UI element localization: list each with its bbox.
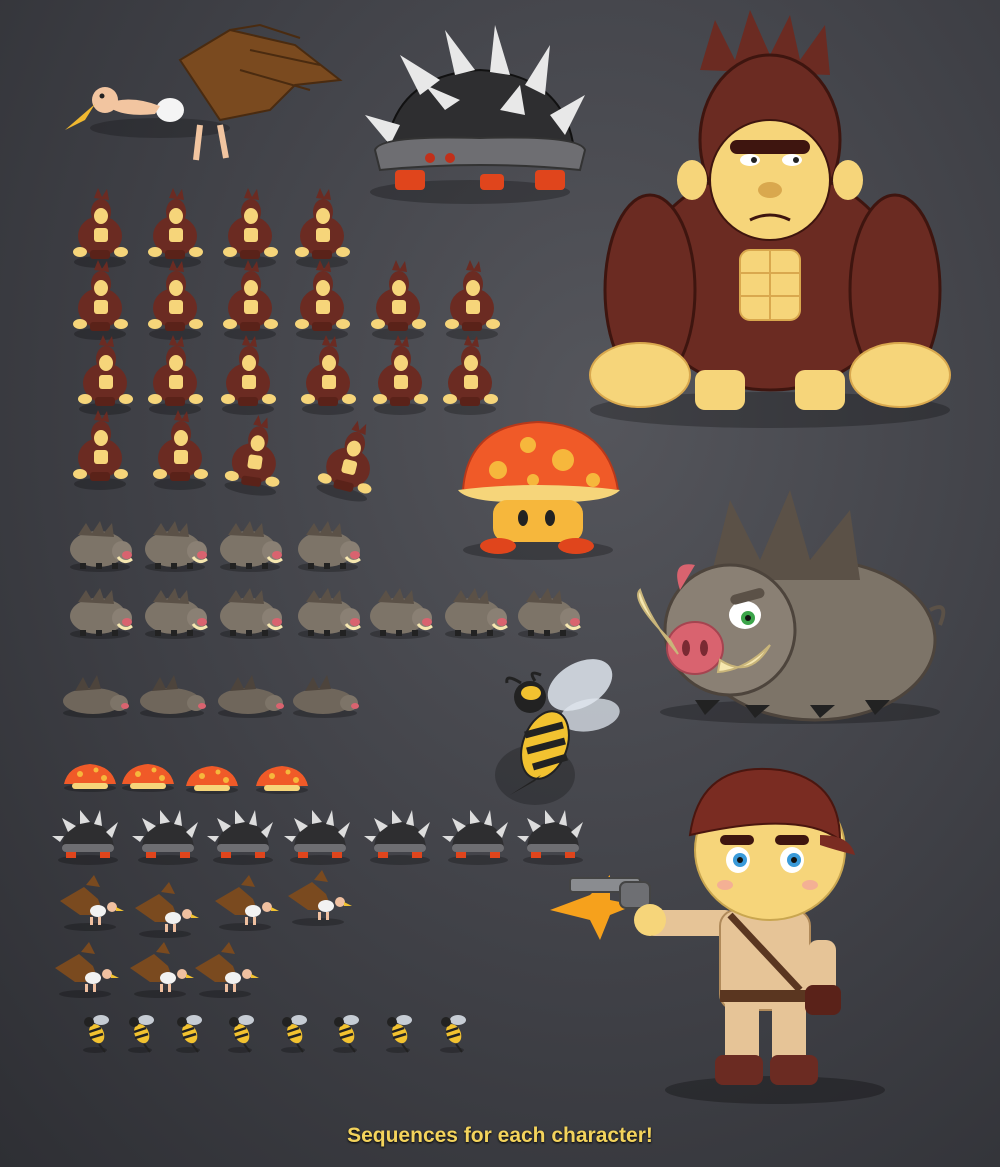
spiky-shell-icon <box>365 25 587 204</box>
gorilla-sequence-row-3 <box>78 335 498 415</box>
vulture-sequence-row-1 <box>60 870 352 938</box>
boar-sequence-row-3 <box>63 675 359 718</box>
mushroom-sequence-row <box>64 764 308 794</box>
boar-sequence-row-2 <box>68 586 582 641</box>
vulture-sequence-row-2 <box>55 942 259 998</box>
bee-icon <box>495 659 620 805</box>
gorilla-icon <box>589 10 951 428</box>
gorilla-sequence-row-4 <box>73 410 387 506</box>
vulture-icon <box>65 23 343 161</box>
caption-text: Sequences for each character! <box>347 1124 653 1147</box>
gorilla-sequence-row-2 <box>73 260 500 340</box>
boar-icon <box>637 490 946 724</box>
sprite-sheet <box>52 10 951 1104</box>
gorilla-sequence-row-1 <box>73 188 350 268</box>
boar-sequence-row-1 <box>68 519 362 574</box>
explorer-icon <box>550 767 885 1104</box>
mushroom-icon <box>458 420 620 560</box>
spiky-shell-sequence-row <box>52 810 583 865</box>
bee-sequence-row <box>81 1013 468 1055</box>
